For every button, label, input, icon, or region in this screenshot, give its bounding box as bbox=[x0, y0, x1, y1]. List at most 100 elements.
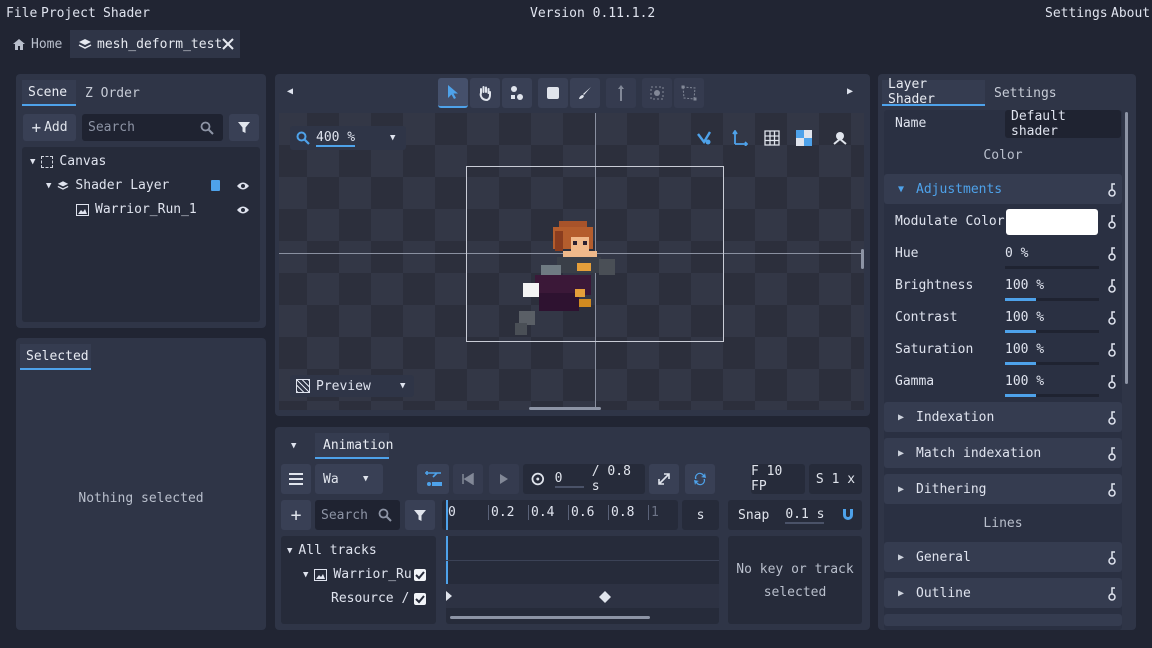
track-all-tracks[interactable]: ▼ All tracks bbox=[287, 543, 377, 558]
scene-search-input[interactable]: Search bbox=[82, 114, 223, 141]
onion-skin-icon[interactable] bbox=[696, 130, 712, 146]
loop-button[interactable] bbox=[685, 464, 715, 494]
gamma-slider[interactable]: 100 % bbox=[1005, 374, 1099, 397]
shader-icon[interactable] bbox=[210, 179, 221, 192]
menu-settings[interactable]: Settings bbox=[1045, 6, 1108, 21]
track-warrior-run[interactable]: ▼ Warrior_Ru bbox=[303, 567, 412, 582]
brightness-slider[interactable]: 100 % bbox=[1005, 278, 1099, 301]
section-indexation[interactable]: ▶ Indexation bbox=[884, 402, 1122, 432]
key-icon[interactable] bbox=[1107, 183, 1117, 197]
key-icon[interactable] bbox=[1107, 343, 1117, 357]
select-tool-button[interactable] bbox=[438, 78, 468, 108]
track-filter-button[interactable] bbox=[405, 500, 435, 530]
key-icon[interactable] bbox=[1107, 215, 1117, 229]
horizontal-scrollbar[interactable] bbox=[529, 407, 601, 410]
time-field[interactable]: 0 / 0.8 s bbox=[523, 464, 645, 494]
track-resource-label[interactable]: Resource / bbox=[331, 591, 409, 606]
close-icon[interactable] bbox=[222, 38, 234, 50]
snap-value[interactable]: 0.1 s bbox=[785, 507, 825, 524]
key-icon[interactable] bbox=[1107, 247, 1117, 261]
zoom-selector[interactable]: 400 % ▼ bbox=[290, 126, 406, 150]
key-icon[interactable] bbox=[1107, 483, 1117, 497]
grid-icon[interactable] bbox=[764, 130, 780, 146]
scene-filter-button[interactable] bbox=[229, 114, 259, 141]
tab-home[interactable]: Home bbox=[4, 30, 70, 58]
scroll-left-icon[interactable]: ◀ bbox=[287, 86, 293, 97]
contrast-slider[interactable]: 100 % bbox=[1005, 310, 1099, 333]
key-icon[interactable] bbox=[1107, 375, 1117, 389]
menu-project[interactable]: Project bbox=[41, 6, 96, 21]
transform-tool-button[interactable] bbox=[642, 78, 672, 108]
tree-item-warrior-run[interactable]: Warrior_Run_1 bbox=[76, 202, 197, 217]
shader-name-input[interactable]: Default shader bbox=[1005, 109, 1121, 139]
shape-tool-button[interactable] bbox=[538, 78, 568, 108]
keyframe-diamond-icon[interactable] bbox=[446, 590, 454, 602]
bone-view-icon[interactable] bbox=[832, 130, 848, 146]
tab-selected[interactable]: Selected bbox=[20, 344, 91, 370]
section-adjustments[interactable]: ▼ Adjustments bbox=[884, 174, 1122, 204]
animation-menu-button[interactable] bbox=[281, 464, 311, 494]
track-enabled-checkbox[interactable] bbox=[414, 593, 426, 605]
bones-tool-button[interactable] bbox=[502, 78, 532, 108]
key-icon[interactable] bbox=[1107, 551, 1117, 565]
tab-layer-shader[interactable]: Layer Shader bbox=[882, 77, 985, 107]
go-to-start-button[interactable] bbox=[453, 464, 483, 494]
magnet-icon[interactable] bbox=[841, 508, 855, 522]
key-icon[interactable] bbox=[1107, 447, 1117, 461]
axes-icon[interactable] bbox=[732, 130, 748, 146]
tab-shader-settings[interactable]: Settings bbox=[988, 80, 1063, 106]
collapse-arrow-icon[interactable]: ▼ bbox=[291, 441, 296, 451]
record-button[interactable] bbox=[417, 464, 449, 494]
tab-scene[interactable]: Scene bbox=[22, 80, 76, 106]
section-outline[interactable]: ▶ Outline bbox=[884, 578, 1122, 608]
timeline-ruler[interactable]: 0 0.2 0.4 0.6 0.8 1 bbox=[442, 500, 678, 530]
menu-shader[interactable]: Shader bbox=[103, 6, 150, 21]
add-node-button[interactable]: + Add bbox=[23, 114, 76, 141]
keyframe-diamond-icon[interactable] bbox=[599, 591, 611, 603]
key-icon[interactable] bbox=[1107, 411, 1117, 425]
snap-control[interactable]: Snap 0.1 s bbox=[728, 500, 862, 530]
track-enabled-checkbox[interactable] bbox=[414, 569, 426, 581]
hue-slider[interactable]: 0 % bbox=[1005, 246, 1099, 269]
section-next-partial[interactable] bbox=[884, 614, 1122, 626]
timeline-scrollbar[interactable] bbox=[450, 616, 650, 619]
canvas-viewport[interactable] bbox=[279, 113, 864, 410]
pan-tool-button[interactable] bbox=[470, 78, 500, 108]
vertical-scrollbar[interactable] bbox=[861, 249, 864, 269]
key-icon[interactable] bbox=[1107, 279, 1117, 293]
speed-field[interactable]: S 1 x bbox=[809, 464, 862, 494]
warrior-sprite[interactable] bbox=[515, 219, 619, 341]
current-time[interactable]: 0 bbox=[554, 471, 584, 488]
shader-scrollbar[interactable] bbox=[1125, 112, 1128, 384]
saturation-slider[interactable]: 100 % bbox=[1005, 342, 1099, 365]
tab-animation[interactable]: Animation bbox=[315, 433, 393, 459]
section-general[interactable]: ▶ General bbox=[884, 542, 1122, 572]
play-button[interactable] bbox=[489, 464, 519, 494]
plus-icon: + bbox=[31, 118, 42, 137]
mesh-tool-button[interactable] bbox=[674, 78, 704, 108]
animation-select[interactable]: Wa ▼ bbox=[315, 464, 383, 494]
brush-tool-button[interactable] bbox=[570, 78, 600, 108]
fit-button[interactable] bbox=[649, 464, 679, 494]
visibility-eye-icon[interactable] bbox=[236, 181, 250, 191]
preview-selector[interactable]: Preview ▼ bbox=[290, 375, 414, 397]
checkerboard-icon[interactable] bbox=[796, 130, 812, 146]
tab-z-order[interactable]: Z Order bbox=[79, 80, 146, 106]
tree-item-shader-layer[interactable]: ▼ Shader Layer bbox=[46, 178, 169, 193]
section-match-indexation[interactable]: ▶ Match indexation bbox=[884, 438, 1122, 468]
keyframe-area[interactable] bbox=[446, 536, 719, 624]
menu-file[interactable]: File bbox=[6, 6, 37, 21]
key-icon[interactable] bbox=[1107, 311, 1117, 325]
modulate-color-swatch[interactable] bbox=[1006, 209, 1098, 235]
menu-about[interactable]: About bbox=[1111, 6, 1150, 21]
fps-field[interactable]: F 10 FP bbox=[751, 464, 805, 494]
section-dithering[interactable]: ▶ Dithering bbox=[884, 474, 1122, 504]
add-track-button[interactable]: + bbox=[281, 500, 311, 530]
tree-item-canvas[interactable]: ▼ Canvas bbox=[30, 154, 106, 169]
pin-tool-button[interactable] bbox=[606, 78, 636, 108]
tab-mesh-deform-test[interactable]: mesh_deform_test bbox=[70, 30, 240, 58]
visibility-eye-icon[interactable] bbox=[236, 205, 250, 215]
scroll-right-icon[interactable]: ▶ bbox=[847, 86, 853, 97]
track-search-input[interactable]: Search bbox=[315, 500, 400, 530]
key-icon[interactable] bbox=[1107, 587, 1117, 601]
